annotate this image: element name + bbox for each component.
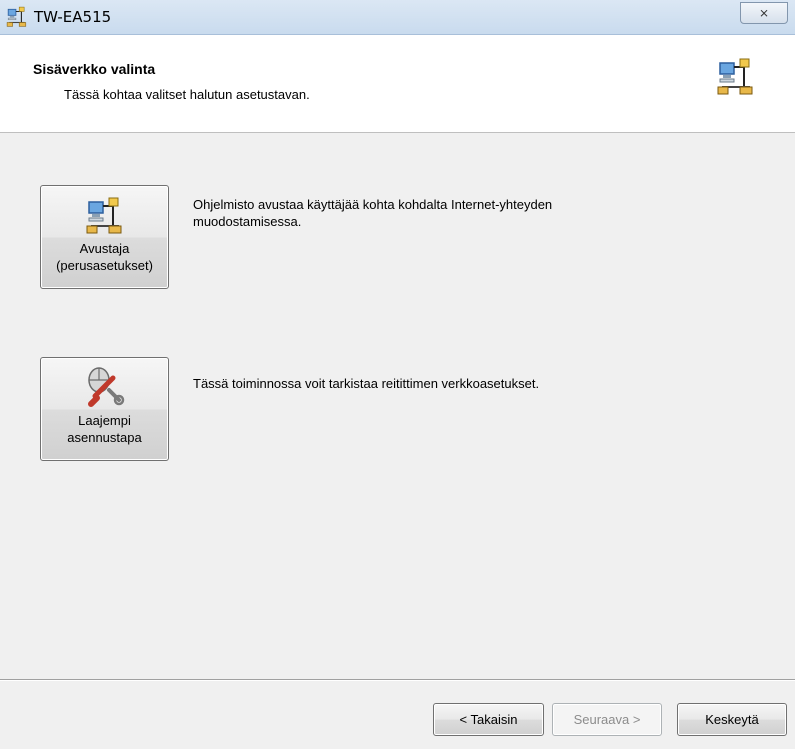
- back-button[interactable]: < Takaisin: [433, 703, 544, 736]
- network-wizard-icon: [717, 58, 753, 95]
- network-wizard-icon: [6, 6, 27, 27]
- close-button[interactable]: ⨯: [740, 2, 788, 24]
- cancel-button[interactable]: Keskeytä: [677, 703, 787, 736]
- wizard-mode-label-line1: Avustaja: [79, 241, 130, 256]
- wrench-mouse-icon: [87, 367, 124, 407]
- wizard-header: Sisäverkko valinta Tässä kohtaa valitset…: [0, 35, 795, 133]
- advanced-mode-button[interactable]: Laajempi asennustapa: [40, 357, 169, 461]
- title-bar[interactable]: TW-EA515 ⨯: [0, 0, 795, 35]
- advanced-mode-description: Tässä toiminnossa voit tarkistaa reititt…: [193, 376, 540, 391]
- next-button[interactable]: Seuraava >: [552, 703, 662, 736]
- network-wizard-icon: [86, 197, 121, 234]
- wizard-window: TW-EA515 ⨯ Sisäverkko valinta Tässä koht…: [0, 0, 795, 749]
- footer-divider: [0, 679, 795, 681]
- page-title: Sisäverkko valinta: [33, 61, 156, 77]
- close-icon: ⨯: [758, 6, 770, 20]
- wizard-mode-button[interactable]: Avustaja (perusasetukset): [40, 185, 169, 289]
- wizard-mode-label-line2: (perusasetukset): [56, 258, 153, 273]
- advanced-mode-label-line1: Laajempi: [78, 413, 131, 428]
- wizard-mode-description: Ohjelmisto avustaa käyttäjää kohta kohda…: [193, 197, 553, 229]
- advanced-mode-label-line2: asennustapa: [67, 430, 142, 445]
- window-title: TW-EA515: [34, 8, 112, 26]
- page-subtitle: Tässä kohtaa valitset halutun asetustava…: [64, 87, 310, 102]
